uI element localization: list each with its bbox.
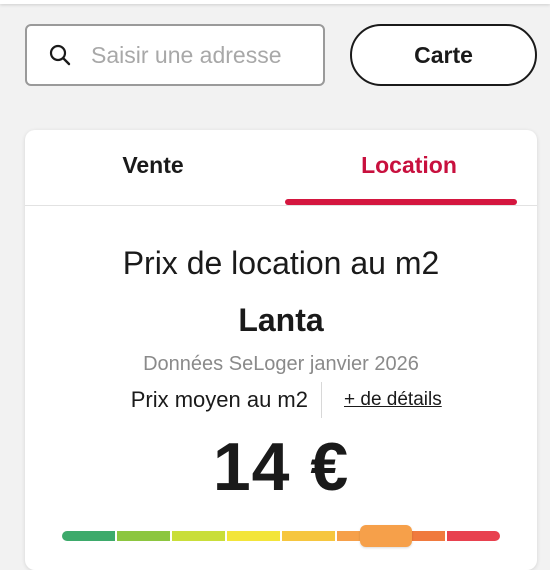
- page-title: Prix de location au m2: [122, 245, 440, 281]
- average-price-row: Prix moyen au m2 + de détails: [25, 382, 537, 420]
- gauge-segment: [447, 531, 500, 541]
- active-tab-indicator: [285, 199, 517, 205]
- average-price-label: Prix moyen au m2: [130, 387, 308, 412]
- price-card: Vente Location Prix de location au m2 La…: [25, 130, 537, 570]
- search-input[interactable]: [91, 41, 311, 69]
- gauge-segment: [62, 531, 115, 541]
- divider: [321, 382, 322, 418]
- price-value: 14 €: [212, 429, 350, 505]
- map-button[interactable]: Carte: [350, 24, 537, 86]
- gauge-track: [62, 531, 500, 541]
- tab-rent[interactable]: Location: [281, 130, 537, 205]
- header-edge: [0, 0, 550, 4]
- city-name: Lanta: [238, 302, 324, 338]
- gauge-segment: [172, 531, 225, 541]
- tab-bar: Vente Location: [25, 130, 537, 206]
- tab-sale[interactable]: Vente: [25, 130, 281, 205]
- details-link[interactable]: + de détails: [344, 389, 442, 411]
- data-source: Données SeLoger janvier 2026: [143, 353, 419, 375]
- gauge-segment: [282, 531, 335, 541]
- gauge-segment: [227, 531, 280, 541]
- search-bar[interactable]: [25, 24, 325, 86]
- price-gauge: [62, 525, 500, 547]
- gauge-segment: [117, 531, 170, 541]
- search-icon: [48, 43, 72, 67]
- gauge-marker: [360, 525, 412, 547]
